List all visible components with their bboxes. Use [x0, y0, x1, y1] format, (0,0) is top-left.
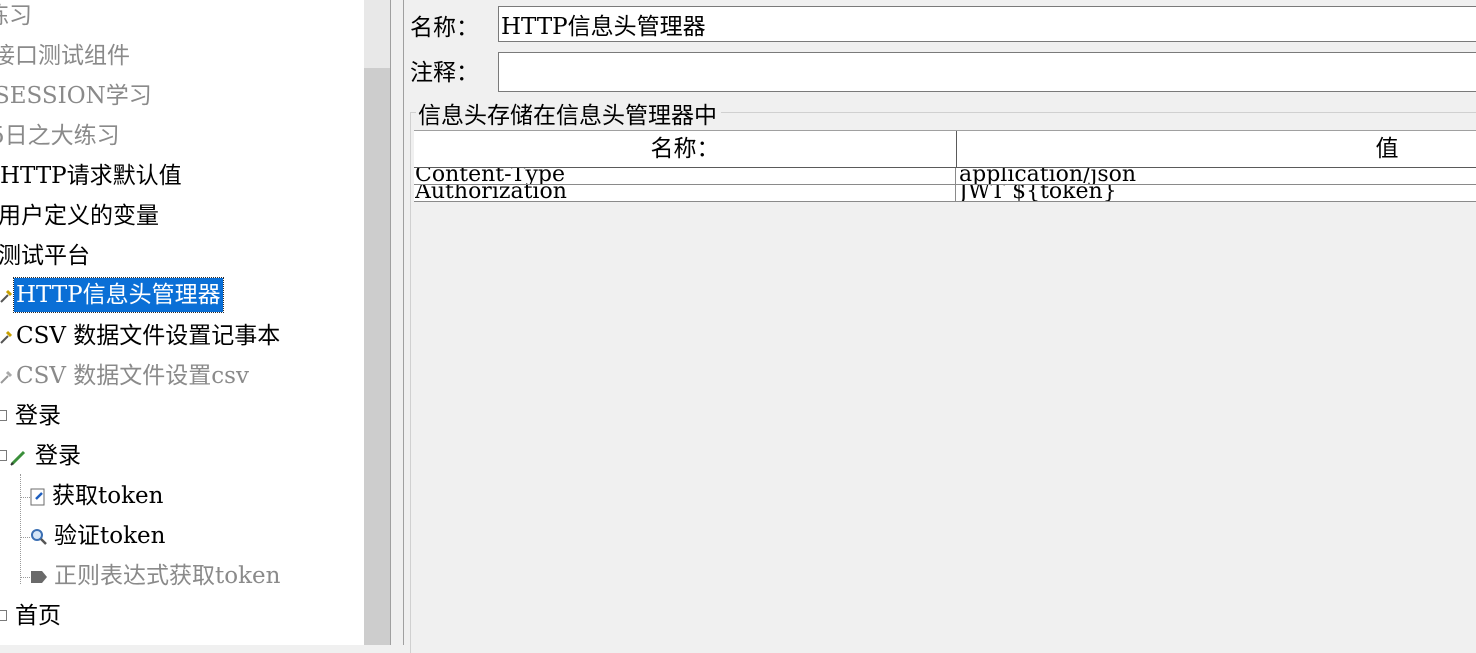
tree-scrollbar[interactable] [364, 0, 390, 645]
tree-item-verify-token[interactable]: 验证token [30, 518, 167, 554]
column-header-value[interactable]: 值 [957, 131, 1476, 167]
tree-item-label: 正则表达式获取token [54, 563, 281, 589]
header-manager-panel: 名称： 注释： 信息头存储在信息头管理器中 名称： 值 Content-Type… [404, 0, 1476, 653]
tree-item-5day-practice[interactable]: 5日之大练习 [0, 118, 122, 154]
pen-icon [10, 450, 26, 466]
tree-item-label: 登录 [35, 443, 81, 469]
tree-item-label: 获取token [52, 483, 164, 509]
tree-item-label: 5日之大练习 [0, 123, 120, 149]
test-plan-tree[interactable]: 练习 接口测试组件 SESSION学习 5日之大练习 HTTP请求默认值 用户定… [0, 0, 364, 645]
magnifier-icon [31, 529, 47, 545]
column-header-name[interactable]: 名称： [414, 131, 957, 167]
collapse-box-icon[interactable] [0, 610, 7, 621]
collapse-box-icon[interactable] [0, 410, 7, 421]
header-name-cell[interactable]: Content-Type [415, 168, 956, 184]
headers-table[interactable]: 名称： 值 Content-Type application/json Auth… [414, 130, 1476, 202]
tree-item-csv-notepad[interactable]: CSV 数据文件设置记事本 [0, 318, 282, 354]
tag-icon [31, 571, 47, 583]
tree-item-label: 测试平台 [0, 243, 90, 269]
tree-item-label: 验证token [54, 523, 166, 549]
name-field[interactable] [498, 6, 1476, 42]
tree-connector [20, 537, 30, 538]
table-row[interactable]: Authorization JWT ${token} [414, 185, 1476, 202]
tree-item-label: SESSION学习 [0, 83, 152, 109]
collapse-box-icon[interactable] [0, 450, 7, 461]
comment-label: 注释： [410, 60, 479, 86]
tree-item-regex-extract-token[interactable]: 正则表达式获取token [30, 558, 282, 594]
tree-item-label: 接口测试组件 [0, 43, 130, 69]
scrollbar-thumb[interactable] [364, 68, 390, 645]
tree-item-home-group[interactable]: 首页 [0, 598, 63, 634]
tree-item-login-group[interactable]: 登录 [0, 398, 63, 434]
tree-item-http-header-manager[interactable]: HTTP信息头管理器 [0, 277, 224, 313]
tree-item-interface-test-component[interactable]: 接口测试组件 [0, 38, 132, 74]
tree-connector [20, 577, 30, 578]
tree-item-label: CSV 数据文件设置记事本 [16, 323, 281, 349]
pane-splitter[interactable] [390, 0, 404, 645]
tree-item-label: 用户定义的变量 [0, 203, 159, 229]
wrench-icon [0, 289, 13, 303]
tree-item-get-token[interactable]: 获取token [30, 478, 165, 514]
header-value-cell[interactable]: JWT ${token} [959, 185, 1476, 201]
tree-item-login-controller[interactable]: 登录 [0, 438, 83, 474]
headers-group-title: 信息头存储在信息头管理器中 [416, 96, 721, 130]
wrench-icon [0, 330, 13, 344]
tree-item-label: CSV 数据文件设置csv [16, 363, 249, 389]
tree-item-csv-csv[interactable]: CSV 数据文件设置csv [0, 358, 251, 394]
tree-item-http-defaults[interactable]: HTTP请求默认值 [0, 158, 184, 194]
header-name-cell[interactable]: Authorization [415, 185, 956, 201]
tree-connector [20, 474, 21, 584]
tree-item-test-platform[interactable]: 测试平台 [0, 238, 92, 274]
tree-item-user-variables[interactable]: 用户定义的变量 [0, 198, 161, 234]
comment-field[interactable] [498, 52, 1476, 92]
header-value-cell[interactable]: application/json [959, 168, 1476, 184]
tree-item-practice[interactable]: 练习 [0, 0, 34, 34]
table-row[interactable]: Content-Type application/json [414, 168, 1476, 185]
tree-item-label: 首页 [15, 603, 61, 629]
tree-connector [20, 497, 30, 498]
tree-item-label: 登录 [15, 403, 61, 429]
request-doc-icon [30, 488, 45, 506]
tree-item-label: HTTP信息头管理器 [13, 277, 224, 313]
tree-item-label: 练习 [0, 3, 32, 29]
tree-item-session-study[interactable]: SESSION学习 [0, 78, 154, 114]
wrench-icon [0, 370, 13, 384]
table-header: 名称： 值 [414, 130, 1476, 168]
tree-item-label: HTTP请求默认值 [0, 163, 182, 189]
name-label: 名称： [410, 15, 479, 41]
